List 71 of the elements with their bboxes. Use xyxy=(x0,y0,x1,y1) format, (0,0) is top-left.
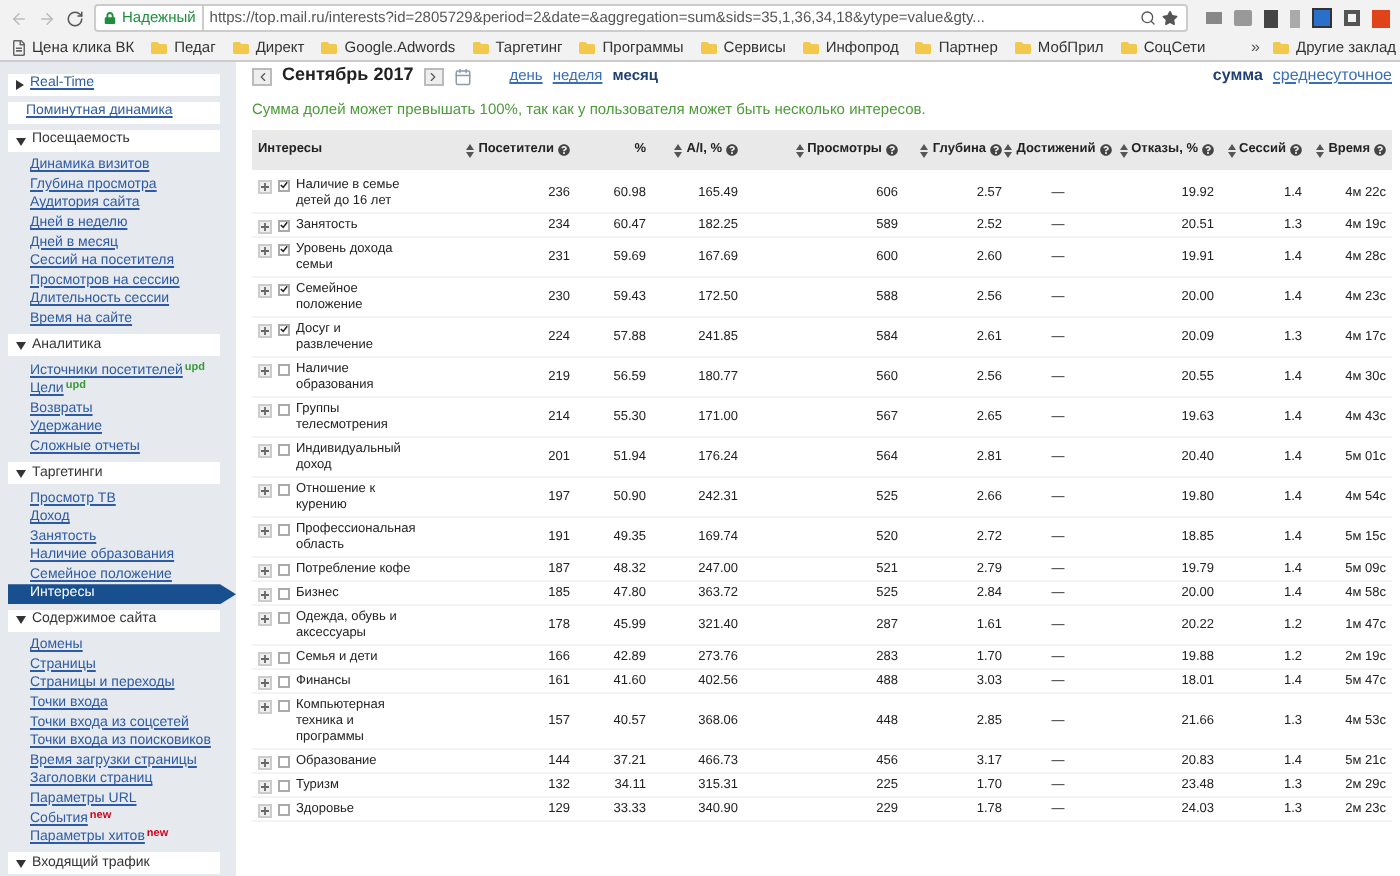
expand-icon[interactable] xyxy=(258,779,272,794)
checkbox[interactable] xyxy=(278,563,290,576)
aggregation-tab[interactable]: сумма xyxy=(1212,64,1263,88)
help-icon[interactable] xyxy=(558,144,570,157)
expand-icon[interactable] xyxy=(258,699,272,714)
checkbox[interactable] xyxy=(278,651,290,664)
checkbox[interactable] xyxy=(278,219,290,232)
expand-icon[interactable] xyxy=(258,803,272,818)
checkbox[interactable] xyxy=(278,323,290,336)
help-icon[interactable] xyxy=(990,144,1002,157)
expand-icon[interactable] xyxy=(258,283,272,298)
help-icon[interactable] xyxy=(1374,144,1386,157)
expand-icon[interactable] xyxy=(258,483,272,498)
folder-icon xyxy=(320,40,339,56)
checkbox[interactable] xyxy=(278,243,290,256)
checkbox[interactable] xyxy=(278,283,290,296)
expand-icon[interactable] xyxy=(258,563,272,578)
expand-icon[interactable] xyxy=(258,243,272,258)
help-icon[interactable] xyxy=(1202,144,1214,157)
expand-icon[interactable] xyxy=(258,443,272,458)
help-icon[interactable] xyxy=(886,144,898,157)
expand-icon[interactable] xyxy=(258,523,272,538)
reload-icon[interactable] xyxy=(66,9,84,27)
star-icon[interactable] xyxy=(1162,10,1178,26)
checkbox[interactable] xyxy=(278,699,290,712)
expand-icon[interactable] xyxy=(258,675,272,690)
period-title: Сентябрь 2017 xyxy=(282,62,414,89)
expand-icon[interactable] xyxy=(258,179,272,194)
expand-icon[interactable] xyxy=(258,651,272,666)
expand-icon[interactable] xyxy=(258,755,272,770)
folder-icon xyxy=(801,40,820,56)
checkbox[interactable] xyxy=(278,403,290,416)
checkbox[interactable] xyxy=(278,755,290,768)
checkbox[interactable] xyxy=(278,363,290,376)
lock-icon xyxy=(104,12,116,24)
more-bookmarks[interactable]: » xyxy=(1239,36,1272,60)
folder-icon xyxy=(699,40,718,56)
page-icon xyxy=(12,40,26,56)
help-icon[interactable] xyxy=(1290,144,1302,157)
checkbox[interactable] xyxy=(278,803,290,816)
checkbox[interactable] xyxy=(278,675,290,688)
expand-icon[interactable] xyxy=(258,587,272,602)
chevron-right-icon xyxy=(426,69,441,83)
checkbox[interactable] xyxy=(278,179,290,192)
checkbox[interactable] xyxy=(278,779,290,792)
folder-icon xyxy=(578,40,597,56)
next-button[interactable] xyxy=(423,67,444,85)
chevron-left-icon xyxy=(255,69,269,83)
expand-icon[interactable] xyxy=(258,611,272,626)
expand-icon[interactable] xyxy=(258,323,272,338)
folder-icon xyxy=(1013,40,1032,56)
folder-icon xyxy=(914,40,933,56)
help-icon[interactable] xyxy=(726,144,738,157)
folder-icon xyxy=(150,40,169,56)
search-icon[interactable] xyxy=(1140,10,1156,26)
help-icon[interactable] xyxy=(1099,144,1112,157)
checkbox[interactable] xyxy=(278,587,290,600)
folder-icon xyxy=(1119,40,1138,56)
checkbox[interactable] xyxy=(278,523,290,536)
previous-button[interactable] xyxy=(252,67,272,85)
checkbox[interactable] xyxy=(278,443,290,456)
checkbox[interactable] xyxy=(278,611,290,624)
folder-icon xyxy=(231,40,250,56)
expand-icon[interactable] xyxy=(258,403,272,418)
folder-icon xyxy=(471,40,490,56)
calendar-icon[interactable] xyxy=(453,67,472,85)
checkbox[interactable] xyxy=(278,483,290,496)
expand-icon[interactable] xyxy=(258,219,272,234)
expand-icon[interactable] xyxy=(258,363,272,378)
folder-icon xyxy=(1272,40,1290,56)
aggregation-tab[interactable]: среднесуточное xyxy=(1272,64,1392,88)
